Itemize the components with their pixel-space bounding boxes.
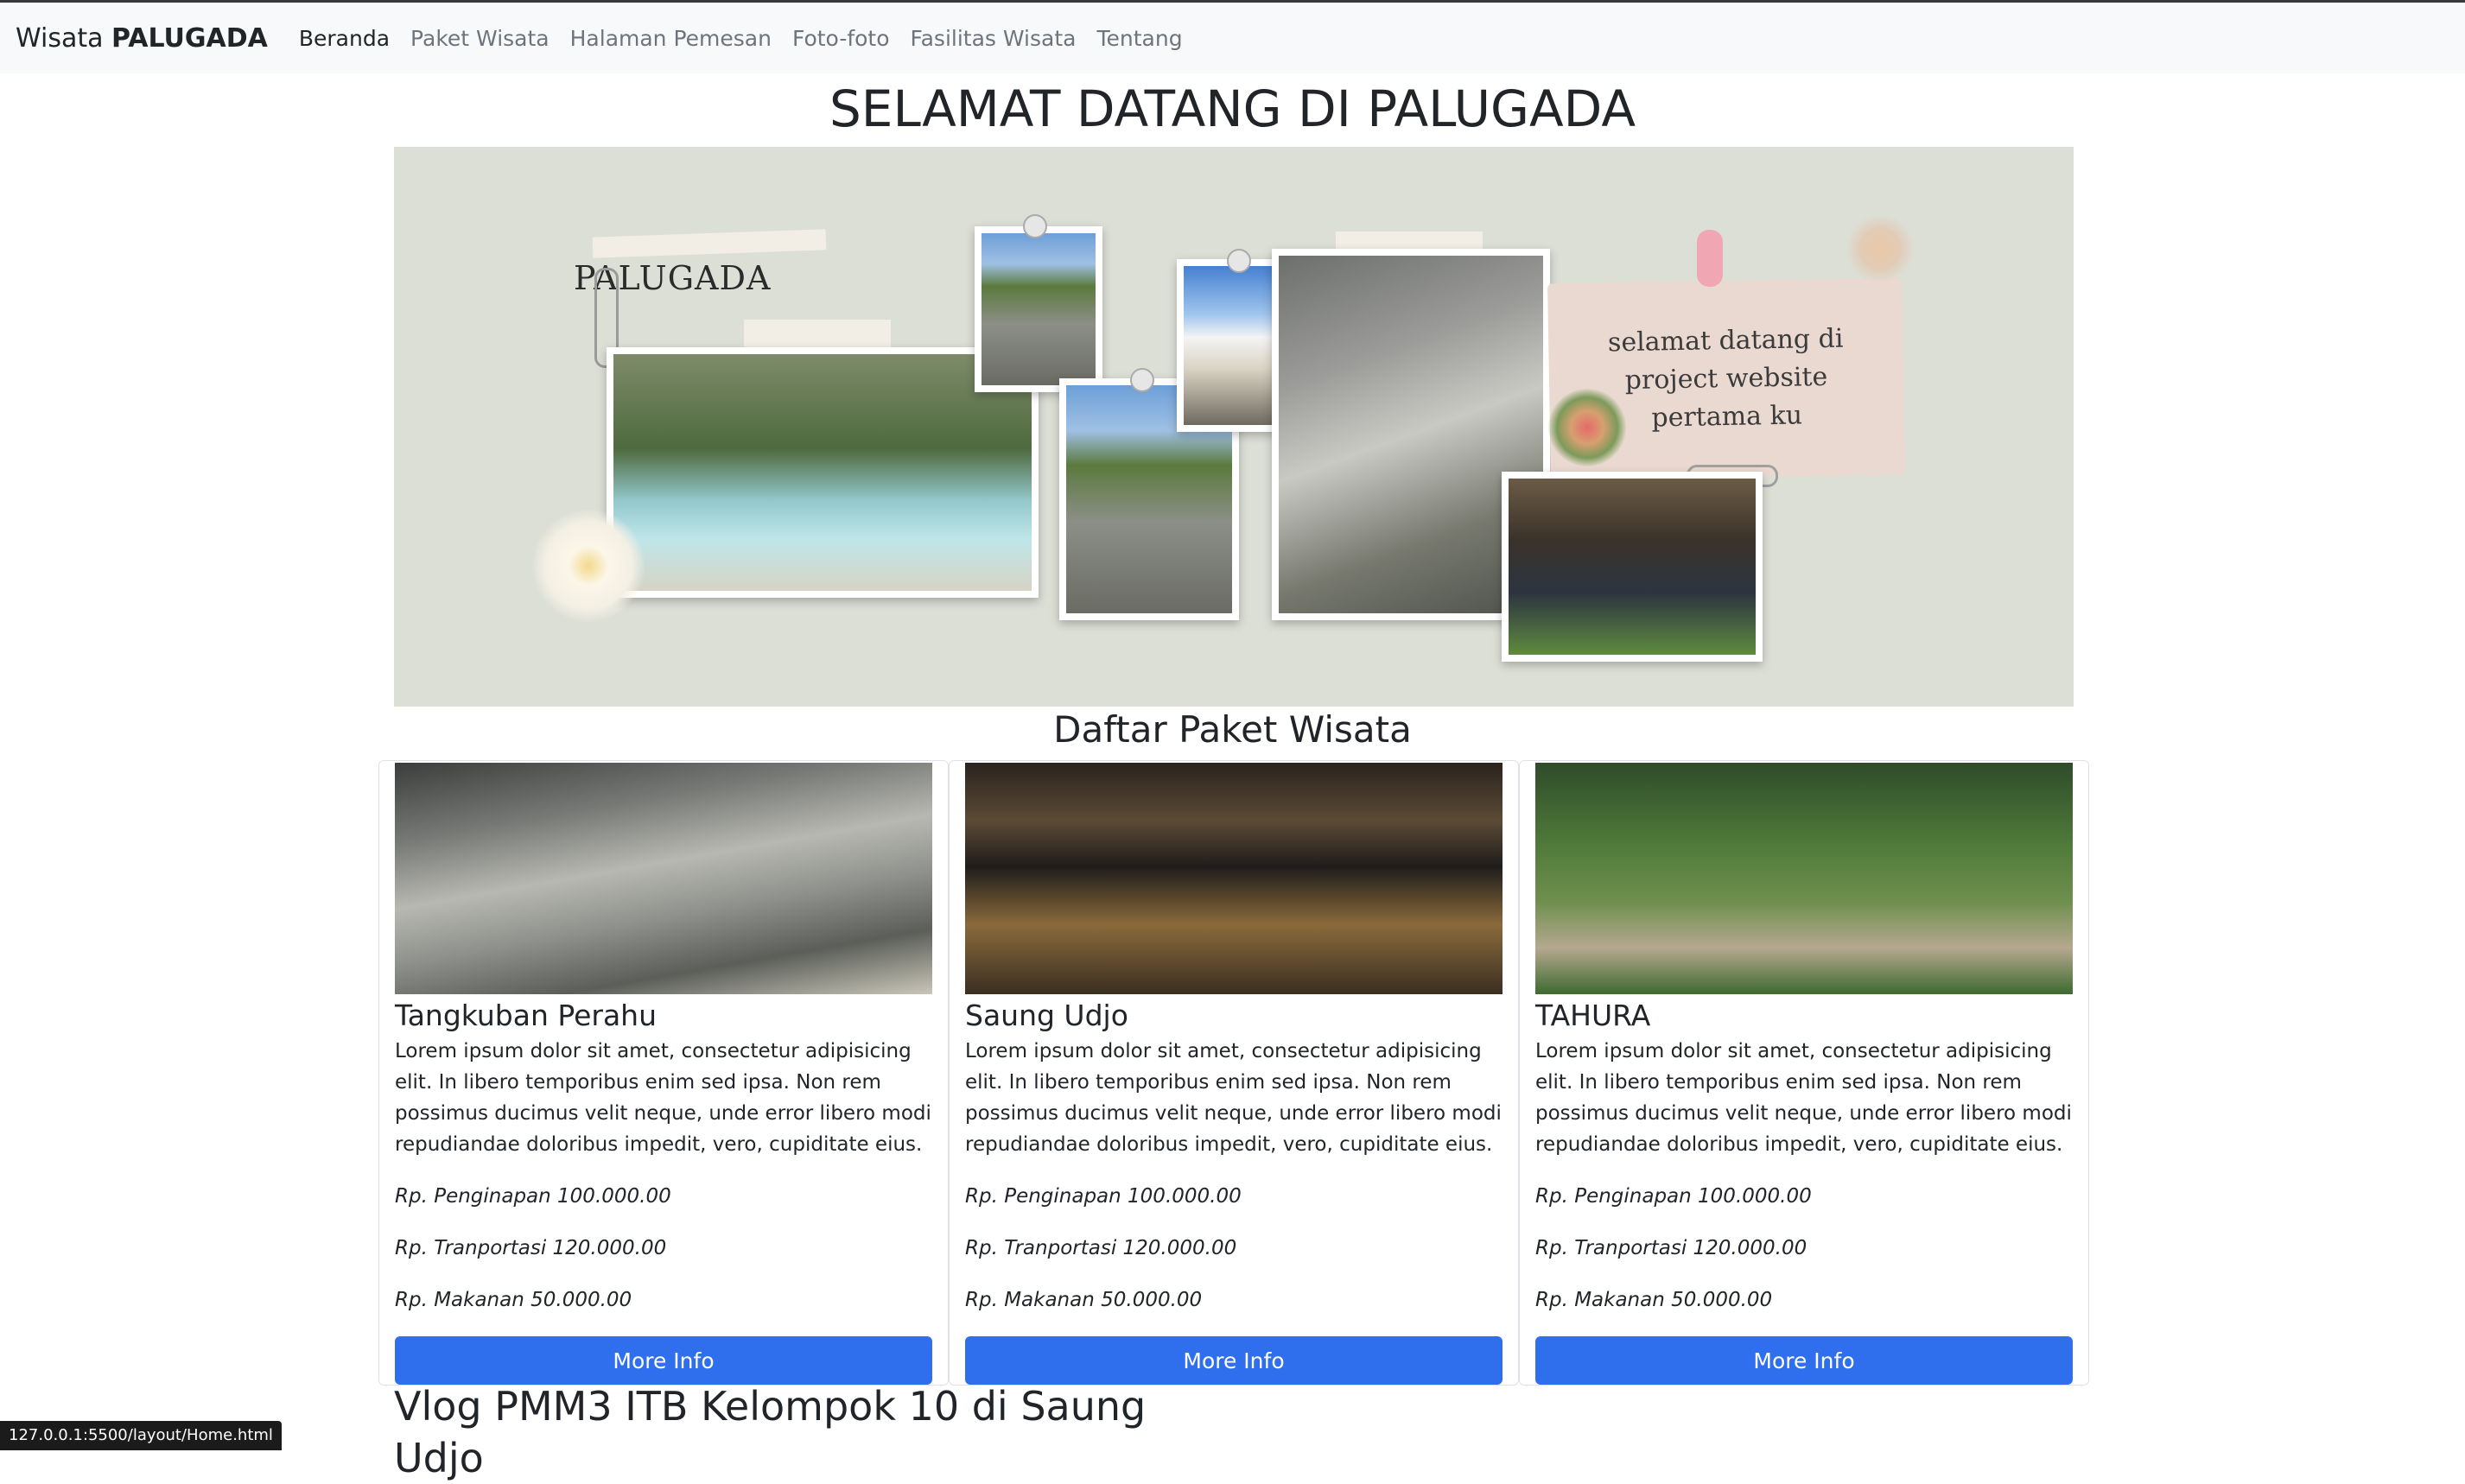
hero-banner-image: PALUGADA selamat datang di project websi…	[394, 147, 2074, 707]
price-transport: Rp. Tranportasi 120.000.00	[965, 1237, 1237, 1259]
brand-prefix: Wisata	[16, 22, 104, 54]
price-food: Rp. Makanan 50.000.00	[965, 1289, 1203, 1311]
pushpin-icon	[1023, 214, 1047, 238]
more-info-button[interactable]: More Info	[395, 1336, 932, 1385]
nav-links: Beranda Paket Wisata Halaman Pemesan Fot…	[299, 26, 1204, 51]
nav-link-fasilitas-wisata[interactable]: Fasilitas Wisata	[911, 26, 1077, 51]
card-title: Saung Udjo	[965, 999, 1128, 1032]
card-title: TAHURA	[1535, 999, 1651, 1032]
banner-photo-lake	[607, 347, 1039, 598]
nav-link-foto-foto[interactable]: Foto-foto	[792, 26, 890, 51]
price-lodging: Rp. Penginapan 100.000.00	[1535, 1185, 1812, 1208]
price-lodging: Rp. Penginapan 100.000.00	[395, 1185, 671, 1208]
red-flower-icon	[1548, 389, 1626, 466]
card-image	[395, 763, 932, 994]
nav-link-paket-wisata[interactable]: Paket Wisata	[410, 26, 550, 51]
package-card-tahura: TAHURA Lorem ipsum dolor sit amet, conse…	[1519, 760, 2089, 1386]
card-description: Lorem ipsum dolor sit amet, consectetur …	[395, 1040, 931, 1156]
vlog-section-title: Vlog PMM3 ITB Kelompok 10 di Saung Udjo	[394, 1383, 1147, 1481]
package-card-tangkuban-perahu: Tangkuban Perahu Lorem ipsum dolor sit a…	[378, 760, 949, 1386]
nav-link-beranda[interactable]: Beranda	[299, 26, 390, 51]
more-info-button[interactable]: More Info	[1535, 1336, 2073, 1385]
pushpin-icon	[1130, 368, 1154, 392]
price-transport: Rp. Tranportasi 120.000.00	[1535, 1237, 1807, 1259]
banner-photo-crater-small	[975, 226, 1102, 392]
white-flower-icon	[532, 510, 645, 622]
banner-photo-group	[1502, 472, 1763, 662]
card-title: Tangkuban Perahu	[395, 999, 658, 1032]
price-food: Rp. Makanan 50.000.00	[1535, 1289, 1773, 1311]
card-description: Lorem ipsum dolor sit amet, consectetur …	[965, 1040, 1502, 1156]
status-bar-url: 127.0.0.1:5500/layout/Home.html	[0, 1421, 282, 1450]
more-info-button[interactable]: More Info	[965, 1336, 1503, 1385]
packages-section-title: Daftar Paket Wisata	[1053, 708, 1412, 751]
brand-logo[interactable]: Wisata PALUGADA	[16, 23, 268, 54]
nav-link-tentang[interactable]: Tentang	[1096, 26, 1182, 51]
price-food: Rp. Makanan 50.000.00	[395, 1289, 632, 1311]
price-transport: Rp. Tranportasi 120.000.00	[395, 1237, 667, 1259]
card-image	[1535, 763, 2073, 994]
paper-strip	[592, 229, 827, 258]
pushpin-icon	[1227, 249, 1251, 273]
banner-note-text: selamat datang di project website pertam…	[1607, 323, 1844, 434]
navbar: Wisata PALUGADA Beranda Paket Wisata Hal…	[0, 3, 2465, 73]
brand-name: PALUGADA	[111, 22, 268, 54]
price-lodging: Rp. Penginapan 100.000.00	[965, 1185, 1242, 1208]
pink-bead-icon	[1697, 230, 1723, 287]
card-image	[965, 763, 1503, 994]
package-card-saung-udjo: Saung Udjo Lorem ipsum dolor sit amet, c…	[949, 760, 1519, 1386]
dried-flower-icon	[1846, 214, 1915, 283]
card-description: Lorem ipsum dolor sit amet, consectetur …	[1535, 1040, 2072, 1156]
nav-link-halaman-pemesan[interactable]: Halaman Pemesan	[570, 26, 772, 51]
page-title: SELAMAT DATANG DI PALUGADA	[829, 79, 1636, 138]
